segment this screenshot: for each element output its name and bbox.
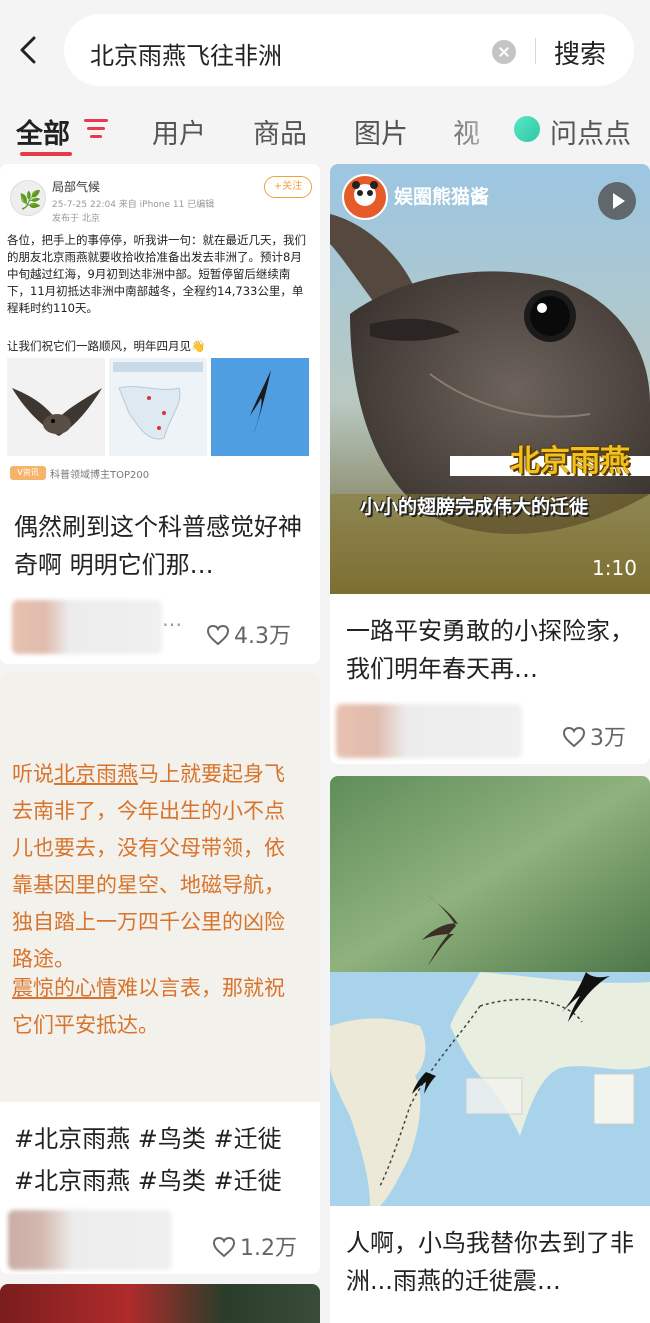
search-button[interactable]: 搜索 (554, 34, 606, 71)
top-bar: 北京雨燕飞往非洲 搜索 (0, 0, 650, 100)
note-card-video[interactable]: 娱圈熊猫酱 北京雨燕 小小的翅膀完成伟大的迁徙 1:10 一路平安勇敢的小探险家… (330, 164, 650, 764)
weibo-author-name: 局部气候 (52, 180, 101, 194)
tab-all[interactable]: 全部 (16, 112, 70, 151)
migration-infographic (109, 358, 207, 456)
note-card-text[interactable]: 听说北京雨燕马上就要起身飞去南非了，今年出生的小不点儿也要去，没有父母带领，依靠… (0, 672, 320, 1274)
avatar[interactable] (12, 600, 162, 654)
badge-text: 科普领域博主TOP200 (50, 470, 150, 481)
play-icon[interactable] (598, 182, 636, 220)
back-arrow-icon[interactable] (14, 30, 44, 70)
tab-users[interactable]: 用户 (152, 112, 206, 151)
heart-icon (562, 726, 586, 748)
tab-fade (440, 110, 520, 154)
note-card-map[interactable]: 人啊，小鸟我替你去到了非洲...雨燕的迁徙震… (330, 776, 650, 1323)
follow-button: +关注 (264, 176, 312, 198)
weibo-location: 发布于 北京 (52, 214, 100, 224)
tab-ask[interactable]: 问点点 (550, 112, 631, 151)
card-title[interactable]: 偶然刷到这个科普感觉好神奇啊 明明它们那… (14, 508, 304, 584)
swift-sky-photo (211, 358, 309, 456)
badge: V资讯 (10, 466, 46, 480)
note-paragraph-1: 听说北京雨燕马上就要起身飞去南非了，今年出生的小不点儿也要去，没有父母带领，依靠… (12, 762, 285, 971)
next-card-preview[interactable] (0, 1284, 320, 1323)
video-thumbnail[interactable]: 娱圈熊猫酱 北京雨燕 小小的翅膀完成伟大的迁徙 1:10 (330, 164, 650, 594)
video-caption-subtitle: 小小的翅膀完成伟大的迁徙 (360, 496, 589, 518)
video-duration: 1:10 (592, 556, 637, 580)
channel-name: 娱圈熊猫酱 (394, 186, 490, 208)
card-title[interactable]: 一路平安勇敢的小探险家，我们明年春天再… (346, 612, 636, 688)
weibo-body-text-2: 让我们祝它们一路顺风，明年四月见👋 (7, 339, 206, 353)
swift-photo (7, 358, 105, 456)
card-title[interactable]: 人啊，小鸟我替你去到了非洲...雨燕的迁徙震… (346, 1224, 641, 1300)
like-count[interactable]: 1.2万 (212, 1230, 297, 1262)
map-image[interactable] (330, 776, 650, 1206)
channel-logo (342, 174, 388, 220)
svg-text:🌿: 🌿 (19, 189, 41, 211)
clear-icon[interactable] (492, 40, 516, 64)
hashtags[interactable]: #北京雨燕 #鸟类 #迁徙 (14, 1160, 282, 1202)
active-tab-indicator (20, 152, 72, 156)
more-icon: ⋯ (162, 612, 182, 636)
weibo-body-text: 各位，把手上的事停停，听我讲一句：就在最近几天，我们的朋友北京雨燕就要收拾收拾准… (7, 233, 306, 315)
search-box[interactable]: 北京雨燕飞往非洲 搜索 (64, 14, 634, 86)
search-divider (535, 38, 536, 64)
note-paragraph-2: 震惊的心情难以言表，那就祝它们平安抵达。 (12, 976, 285, 1037)
like-count[interactable]: 3万 (562, 720, 626, 752)
weibo-meta: 25-7-25 22:04 来自 iPhone 11 已编辑 (52, 200, 215, 210)
avatar: 🌿 (10, 180, 46, 216)
filter-icon[interactable] (84, 119, 108, 139)
heart-icon (212, 1236, 236, 1258)
search-input[interactable]: 北京雨燕飞往非洲 (90, 36, 282, 71)
hashtags[interactable]: #北京雨燕 #鸟类 #迁徙 (14, 1118, 282, 1160)
tab-images[interactable]: 图片 (354, 112, 408, 151)
tab-products[interactable]: 商品 (253, 112, 307, 151)
avatar[interactable] (336, 704, 522, 758)
ask-icon (514, 116, 540, 142)
heart-icon (206, 624, 230, 646)
video-caption-title: 北京雨燕 (510, 444, 630, 479)
like-count[interactable]: 4.3万 (206, 618, 291, 650)
avatar[interactable] (8, 1210, 172, 1270)
